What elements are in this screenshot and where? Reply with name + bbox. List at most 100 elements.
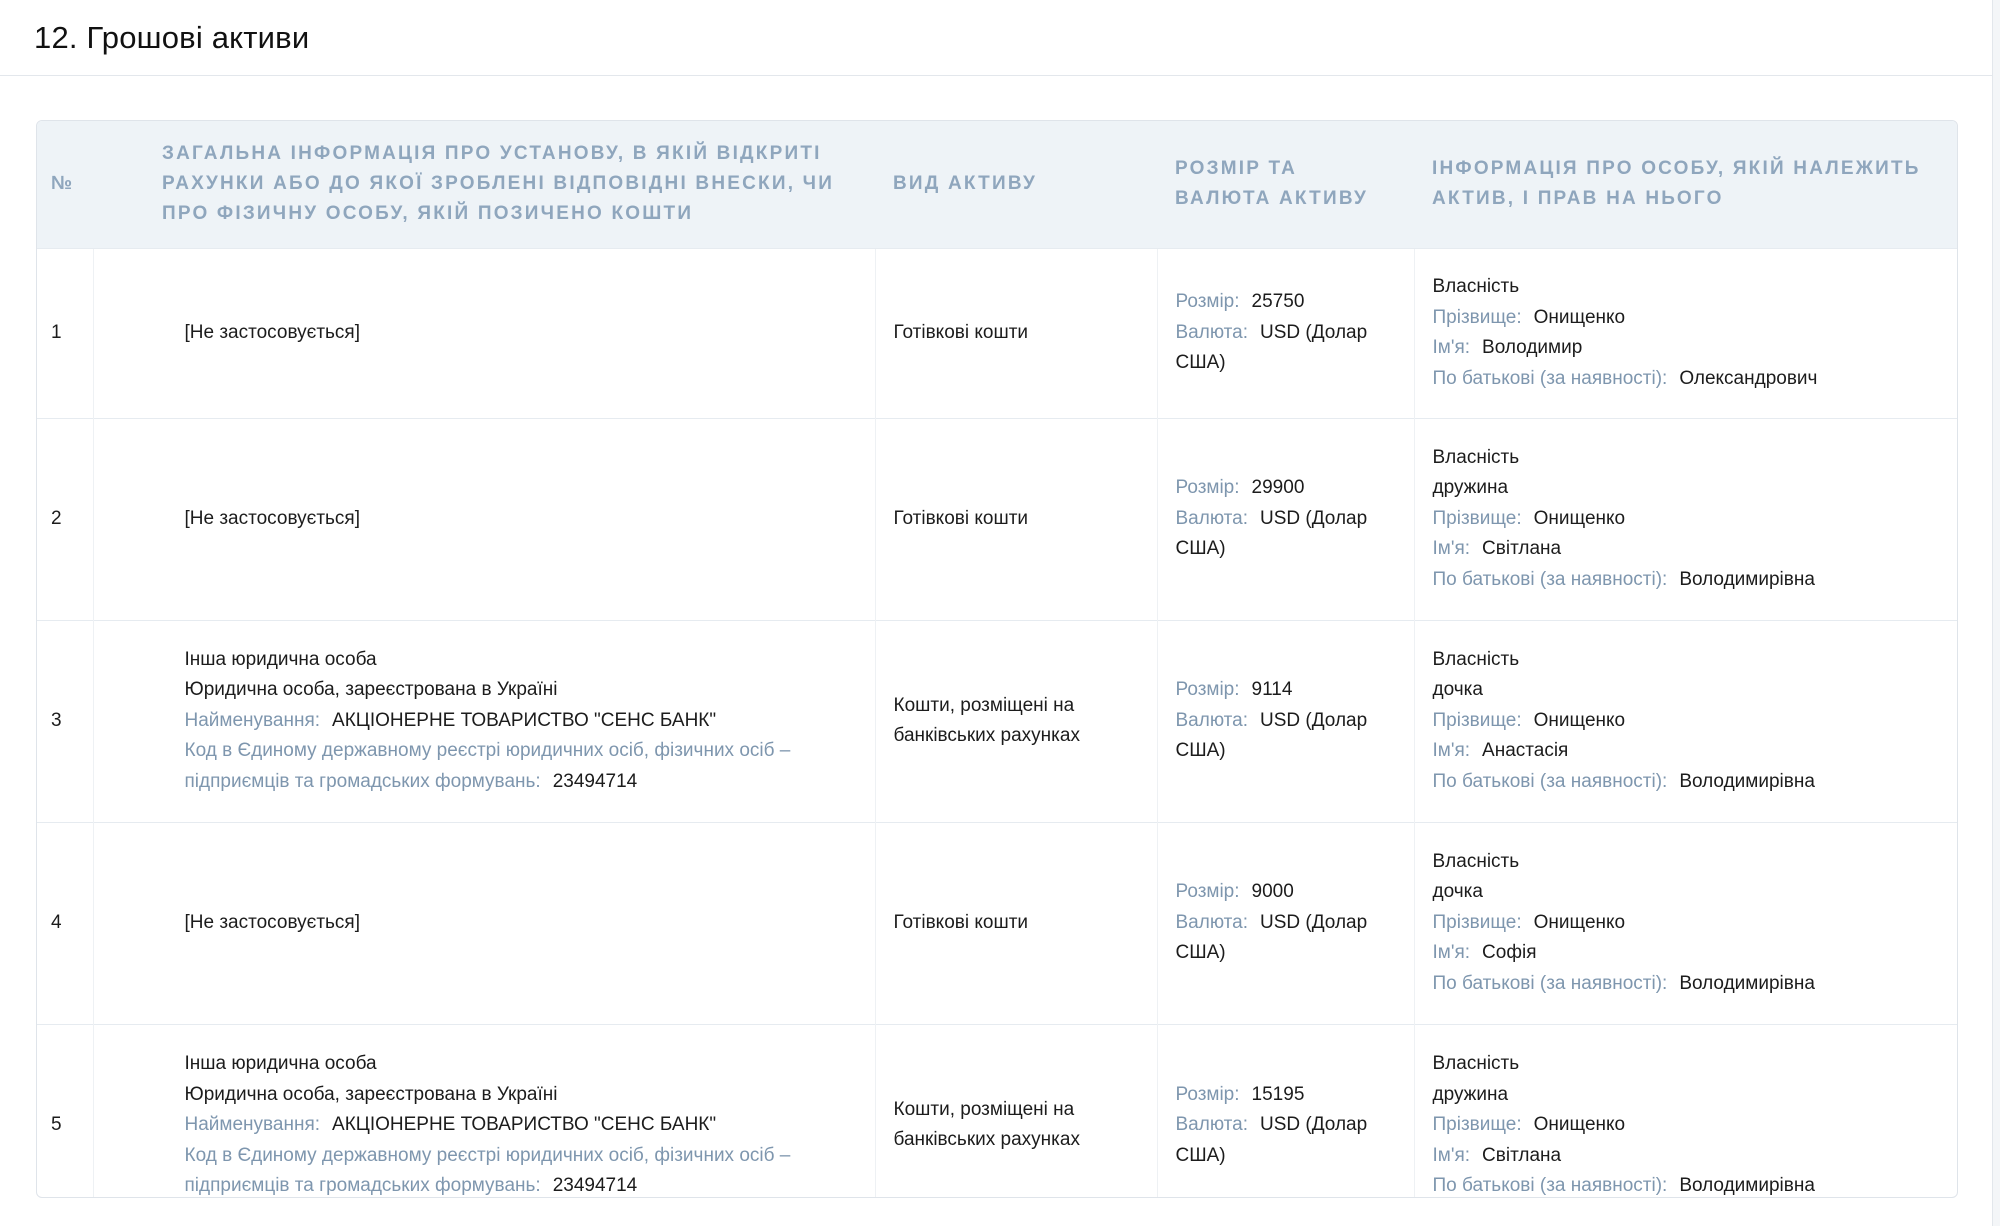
section-header: 12. Грошові активи <box>0 0 1992 76</box>
org-name-line: Найменування: АКЦІОНЕРНЕ ТОВАРИСТВО "СЕНС… <box>185 1110 815 1141</box>
owner-right: Власність <box>1432 648 1520 670</box>
surname-value: Онищенко <box>1533 306 1626 328</box>
surname-line: Прізвище: Онищенко <box>1433 908 1944 939</box>
asset-kind: Готівкові кошти <box>874 247 1157 418</box>
row-number: 3 <box>37 619 93 822</box>
name-label: Ім'я: <box>1432 942 1471 964</box>
size-currency-cell: Розмір: 25750 Валюта: USD (Долар США) <box>1156 247 1414 418</box>
org-code-value: 23494714 <box>552 1175 638 1196</box>
name-value: Анастасія <box>1482 740 1569 762</box>
patronymic-label: По батькові (за наявності): <box>1432 1175 1668 1196</box>
owner-right: Власність <box>1432 276 1520 297</box>
org-code-line: Код в Єдиному державному реєстрі юридичн… <box>185 736 815 797</box>
size-line: Розмір: 25750 <box>1176 287 1404 318</box>
section-title: 12. Грошові активи <box>34 19 310 55</box>
patronymic-label: По батькові (за наявності): <box>1432 770 1668 792</box>
size-line: Розмір: 29900 <box>1176 473 1404 504</box>
size-line: Розмір: 9114 <box>1176 675 1404 706</box>
org-code-label: Код в Єдиному державному реєстрі юридичн… <box>184 1144 791 1197</box>
surname-line: Прізвище: Онищенко <box>1433 504 1944 535</box>
name-line: Ім'я: Софія <box>1433 938 1944 969</box>
org-name-value: АКЦІОНЕРНЕ ТОВАРИСТВО "СЕНС БАНК" <box>332 1114 717 1135</box>
owner-cell: Власність дочка Прізвище: Онищенко Ім'я: С… <box>1413 821 1957 1024</box>
currency-line: Валюта: USD (Долар США) <box>1176 504 1404 565</box>
patronymic-value: Володимирівна <box>1679 568 1815 590</box>
patronymic-value: Володимирівна <box>1679 1175 1815 1196</box>
owner-cell: Власність дочка Прізвище: Онищенко Ім'я: А… <box>1413 619 1957 822</box>
size-value: 15195 <box>1251 1083 1305 1105</box>
size-currency-cell: Розмір: 15195 Валюта: USD (Долар США) <box>1156 1023 1414 1197</box>
surname-label: Прізвище: <box>1432 911 1522 933</box>
row-number: 2 <box>37 417 93 620</box>
cash-assets-table: № Загальна інформація про установу, в як… <box>36 120 1958 1198</box>
currency-label: Валюта: <box>1175 709 1249 731</box>
name-line: Ім'я: Анастасія <box>1433 736 1944 767</box>
patronymic-label: По батькові (за наявності): <box>1432 972 1668 994</box>
name-line: Ім'я: Світлана <box>1433 534 1944 565</box>
surname-line: Прізвище: Онищенко <box>1433 303 1944 334</box>
institution-type: Інша юридична особа <box>184 1053 377 1074</box>
owner-cell: Власність дружина Прізвище: Онищенко Ім'я… <box>1413 1023 1957 1197</box>
patronymic-value: Володимирівна <box>1679 972 1815 994</box>
patronymic-line: По батькові (за наявності): Володимирівна <box>1433 969 1944 1000</box>
header-size-currency: Розмір та валюта активу <box>1175 158 1369 210</box>
institution-cell: Інша юридична особа Юридична особа, заре… <box>92 1023 875 1198</box>
surname-value: Онищенко <box>1533 709 1626 731</box>
header-asset-kind: Вид активу <box>893 173 1038 195</box>
currency-line: Валюта: USD (Долар США) <box>1176 318 1404 379</box>
not-applicable: [Не застосовується] <box>184 507 361 529</box>
patronymic-value: Олександрович <box>1679 367 1818 389</box>
size-value: 25750 <box>1251 291 1305 313</box>
size-currency-cell: Розмір: 9114 Валюта: USD (Долар США) <box>1156 619 1414 822</box>
institution-type: Інша юридична особа <box>184 648 377 670</box>
name-label: Ім'я: <box>1432 337 1471 358</box>
size-currency-cell: Розмір: 29900 Валюта: USD (Долар США) <box>1156 417 1414 620</box>
size-label: Розмір: <box>1175 291 1240 313</box>
surname-value: Онищенко <box>1533 1114 1626 1135</box>
org-name-label: Найменування: <box>184 1114 321 1135</box>
institution-cell: [Не застосовується] <box>92 417 875 620</box>
size-currency-cell: Розмір: 9000 Валюта: USD (Долар США) <box>1156 821 1414 1024</box>
surname-value: Онищенко <box>1533 507 1626 529</box>
surname-label: Прізвище: <box>1432 507 1522 529</box>
owner-relation: дружина <box>1432 477 1509 499</box>
size-value: 9114 <box>1251 679 1293 701</box>
table-row: 4 [Не застосовується] Готівкові кошти Ро… <box>37 821 1957 1024</box>
institution-jurisdiction: Юридична особа, зареєстрована в Україні <box>184 679 558 701</box>
name-value: Софія <box>1482 942 1537 964</box>
asset-kind: Кошти, розміщені на банківських рахунках <box>874 619 1157 822</box>
name-label: Ім'я: <box>1432 538 1471 560</box>
org-name-label: Найменування: <box>184 709 321 731</box>
org-code-value: 23494714 <box>552 770 638 792</box>
table-row: 5 Інша юридична особа Юридична особа, за… <box>37 1023 1957 1198</box>
size-line: Розмір: 9000 <box>1176 877 1404 908</box>
table-row: 3 Інша юридична особа Юридична особа, за… <box>37 619 1957 822</box>
surname-value: Онищенко <box>1533 911 1626 933</box>
asset-kind: Готівкові кошти <box>874 417 1157 620</box>
size-label: Розмір: <box>1175 477 1240 499</box>
currency-label: Валюта: <box>1175 911 1249 933</box>
org-code-label: Код в Єдиному державному реєстрі юридичн… <box>184 740 791 792</box>
currency-label: Валюта: <box>1175 1114 1249 1135</box>
owner-relation: дочка <box>1432 881 1483 903</box>
header-institution: Загальна інформація про установу, в якій… <box>162 143 835 225</box>
name-line: Ім'я: Світлана <box>1433 1141 1944 1172</box>
asset-kind: Готівкові кошти <box>874 821 1157 1024</box>
size-label: Розмір: <box>1175 1083 1240 1105</box>
size-label: Розмір: <box>1175 679 1240 701</box>
size-line: Розмір: 15195 <box>1176 1080 1404 1111</box>
row-number: 4 <box>37 821 93 1024</box>
row-number: 5 <box>37 1023 93 1197</box>
currency-line: Валюта: USD (Долар США) <box>1176 908 1404 969</box>
owner-right: Власність <box>1432 850 1520 872</box>
currency-line: Валюта: USD (Долар США) <box>1176 1110 1404 1171</box>
name-line: Ім'я: Володимир <box>1433 333 1944 364</box>
owner-relation: дружина <box>1432 1083 1509 1105</box>
currency-line: Валюта: USD (Долар США) <box>1176 706 1404 767</box>
patronymic-line: По батькові (за наявності): Володимирівна <box>1433 565 1944 596</box>
currency-label: Валюта: <box>1175 321 1249 343</box>
org-code-line: Код в Єдиному державному реєстрі юридичн… <box>184 1141 815 1198</box>
institution-jurisdiction: Юридична особа, зареєстрована в Україні <box>184 1083 558 1105</box>
size-value: 29900 <box>1251 477 1305 499</box>
surname-label: Прізвище: <box>1432 306 1522 328</box>
